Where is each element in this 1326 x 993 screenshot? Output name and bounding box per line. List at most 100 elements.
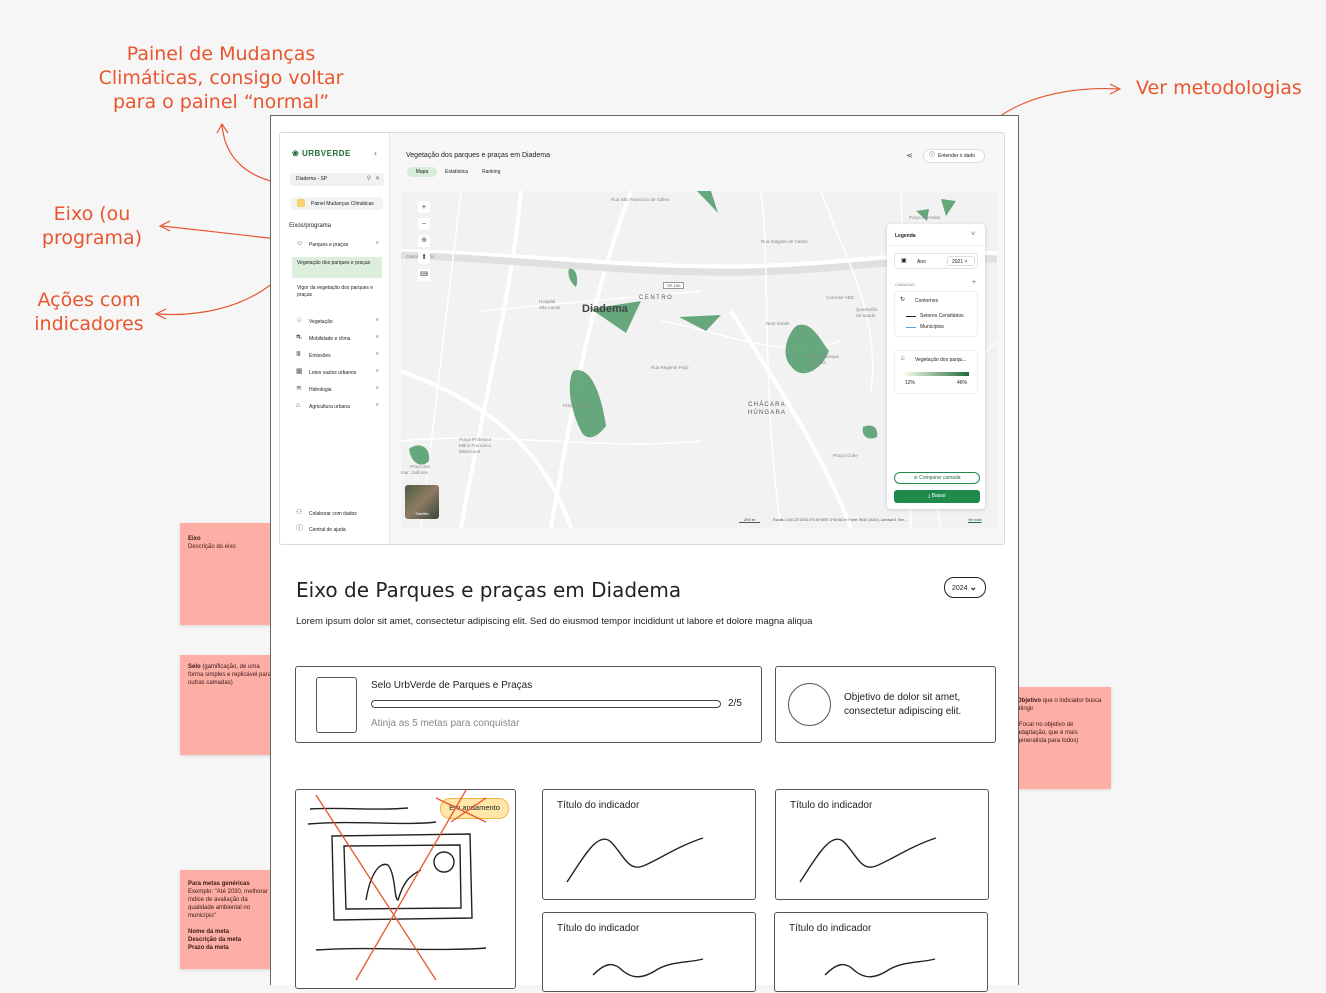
group-parques[interactable]: ☺ Parques e praças ˄ (290, 239, 382, 251)
municipios-swatch (906, 327, 916, 328)
zoom-out-button[interactable]: − (418, 218, 430, 230)
selo-progress-label: 2/5 (728, 698, 742, 709)
contornos-card[interactable]: ↻ Contornos Setores Censitários Municípi… (894, 291, 978, 337)
tree-icon: ♧ (900, 356, 906, 362)
year-select[interactable]: ▣ Ano 2021 ˅ (894, 253, 978, 269)
svg-text:Praça Professor: Praça Professor (459, 437, 492, 442)
svg-text:São Lucas: São Lucas (539, 305, 561, 310)
app-screenshot: ❀ URBVERDE ‹ Diadema - SP ⚲ ✕ Painel Mud… (279, 132, 1005, 545)
year-value: 2021 ˅ (947, 256, 975, 266)
meta-image-sketch (307, 790, 487, 981)
people-icon: ☺ (296, 240, 304, 247)
svg-text:Rua São Francisco de Salles: Rua São Francisco de Salles (611, 197, 670, 202)
objetivo-icon-placeholder (788, 683, 831, 726)
gradient-bar (905, 372, 969, 376)
svg-text:Mário Francisco: Mário Francisco (459, 443, 492, 448)
factory-icon: Ⅲ (296, 351, 301, 358)
svg-text:Praça Barrados: Praça Barrados (909, 215, 941, 220)
tab-estatistica[interactable]: Estatística (445, 167, 468, 177)
svg-text:Quarteirão: Quarteirão (856, 307, 878, 312)
city-label: Diadema (582, 303, 628, 315)
comparar-button[interactable]: ⊖ Comparar camada (894, 472, 980, 484)
chevron-up-icon: ˄ (375, 241, 379, 247)
legend-title: Legenda (895, 233, 916, 239)
indicator-sparkline (799, 837, 937, 883)
sub-item-vegetacao[interactable]: Vegetação dos parques e praças (292, 257, 382, 278)
zoom-in-button[interactable]: + (418, 201, 430, 213)
satellite-toggle[interactable]: Satélite (405, 485, 439, 519)
selo-subtitle: Atinja as 5 metas para conquistar (371, 718, 520, 729)
selo-title: Selo UrbVerde de Parques e Praças (371, 680, 533, 691)
info-icon: ⓘ (929, 153, 936, 159)
group-lotes[interactable]: ▦ Lotes vazios urbanos ˅ (290, 367, 382, 379)
chacara-label: CHÁCARA HÚNGARA (747, 402, 787, 416)
ver-mais-link[interactable]: Ver mais (968, 518, 982, 522)
tree-icon: ♧ (296, 317, 303, 324)
gradient-max: 46% (957, 380, 968, 386)
setores-label: Setores Censitários (920, 313, 964, 319)
indicator-card-2[interactable]: Título do indicador (775, 789, 989, 900)
vegetacao-label: Vegetação dos parqu... (915, 357, 967, 363)
collapse-icon[interactable]: ‹ (374, 148, 377, 158)
close-icon[interactable]: ✕ (375, 175, 380, 182)
group-hidrologia[interactable]: ≋ Hidrologia ˅ (290, 384, 382, 396)
legend-collapse-icon[interactable]: ˅ (971, 231, 975, 238)
entender-button[interactable]: ⓘ Entender o dado (923, 149, 985, 163)
indicator-card-1[interactable]: Título do indicador (542, 789, 756, 900)
sticky-metas: Para metas genéricas Exemplo: "Até 2030, … (180, 870, 282, 969)
objetivo-text: Objetivo de dolor sit amet, consectetur … (844, 692, 962, 717)
group-mobilidade[interactable]: ⛐ Mobilidade e clima ˅ (290, 333, 382, 345)
compass-icon[interactable]: ⬆ (418, 252, 430, 264)
sticky-objetivo: Objetivo que o indicador busca atingir (F… (1009, 687, 1111, 789)
search-icon[interactable]: ⚲ (367, 175, 371, 182)
share-icon[interactable]: ⋖ (906, 151, 913, 160)
contour-icon: ↻ (900, 297, 906, 303)
indicator-sparkline (566, 837, 704, 883)
chevron-down-icon: ˅ (375, 369, 379, 375)
svg-text:Rua Regente Feijó: Rua Regente Feijó (651, 365, 689, 370)
year-dropdown[interactable]: 2024 ⌄ (944, 577, 986, 598)
meta-card: Em andamento (295, 789, 516, 989)
sidebar: ❀ URBVERDE ‹ Diadema - SP ⚲ ✕ Painel Mud… (280, 133, 390, 544)
svg-text:Parque Bosque: Parque Bosque (808, 354, 840, 359)
painel-mudancas-button[interactable]: Painel Mudanças Climáticas (291, 197, 383, 210)
group-vegetacao[interactable]: ♧ Vegetação ˅ (290, 316, 382, 328)
svg-text:mar. Jaldores: mar. Jaldores (401, 470, 429, 475)
legend-panel: Legenda ˅ ▣ Ano 2021 ˅ CAMADAS + ↻ Conto… (887, 224, 985, 509)
legend-divider (887, 245, 985, 246)
add-layer-icon[interactable]: + (972, 279, 976, 286)
map-footer: Escala 1:100 23°33'34.3"S 46°53'57.3"W 8… (773, 518, 908, 522)
tab-ranking[interactable]: Ranking (482, 167, 500, 177)
calendar-icon: ▣ (901, 258, 907, 264)
lot-icon: ▦ (296, 368, 303, 375)
keyboard-icon[interactable]: ⌨ (418, 269, 430, 281)
search-input[interactable]: Diadema - SP ⚲ ✕ (290, 173, 384, 186)
selo-badge-placeholder (316, 677, 357, 733)
centro-label: CENTRO (639, 295, 674, 301)
svg-text:Praça Clube: Praça Clube (833, 453, 858, 458)
indicator-card-4[interactable]: Título do indicador (774, 912, 988, 992)
sticky-eixo: Eixo Descrição do eixo (180, 523, 282, 625)
locate-icon[interactable]: ⊕ (418, 235, 430, 247)
municipios-label: Municípios (920, 324, 944, 330)
footer-colaborar[interactable]: ⚇ Colaborar com dados (290, 508, 382, 520)
tab-mapa[interactable]: Mapa (407, 167, 437, 177)
objetivo-card: Objetivo de dolor sit amet, consectetur … (775, 666, 996, 743)
svg-text:Praça dos: Praça dos (410, 464, 431, 469)
chevron-down-icon: ⌄ (969, 582, 978, 592)
group-emissoes[interactable]: Ⅲ Emissões ˅ (290, 350, 382, 362)
chevron-down-icon: ˅ (375, 318, 379, 324)
svg-text:Corredor ABD: Corredor ABD (826, 295, 855, 300)
people-icon: ⚇ (296, 509, 303, 516)
road-label: SP-180 (663, 282, 685, 289)
vegetacao-card[interactable]: ♧ Vegetação dos parqu... 12% 46% (894, 350, 978, 394)
svg-text:Praça do Mato: Praça do Mato (563, 403, 593, 408)
indicator-card-3[interactable]: Título do indicador (542, 912, 756, 992)
help-icon: ⓘ (296, 525, 303, 532)
sub-item-vigor[interactable]: Vigor da vegetação dos parques e praças (292, 282, 382, 302)
logo: ❀ URBVERDE (292, 149, 351, 158)
footer-ajuda[interactable]: ⓘ Central de ajuda (290, 524, 382, 536)
selo-card: Selo UrbVerde de Parques e Praças 2/5 At… (295, 666, 762, 743)
group-agricultura[interactable]: ⌂ Agricultura urbana ˅ (290, 401, 382, 413)
baixar-button[interactable]: ⤓ Baixar (894, 490, 980, 503)
